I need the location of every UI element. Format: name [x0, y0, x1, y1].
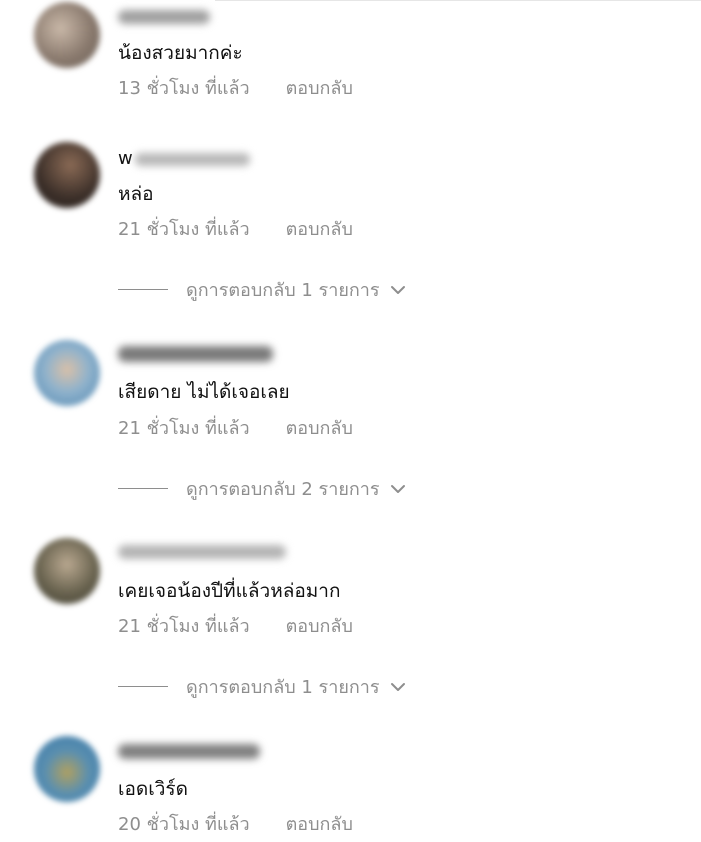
replies-divider-line	[118, 488, 168, 489]
replies-divider-line	[118, 686, 168, 687]
chevron-down-icon	[390, 682, 406, 692]
view-replies-button[interactable]: ดูการตอบกลับ 2 รายการ	[118, 474, 406, 503]
comment-text: เอดเวิร์ด	[118, 778, 188, 800]
reply-button[interactable]: ตอบกลับ	[286, 219, 353, 240]
comment-meta: 20 ชั่วโมง ที่แล้ว ตอบกลับ	[118, 809, 353, 838]
view-replies-label: ดูการตอบกลับ 2 รายการ	[186, 479, 380, 500]
username-blurred	[134, 152, 250, 166]
username[interactable]	[118, 346, 273, 362]
view-replies-button[interactable]: ดูการตอบกลับ 1 รายการ	[118, 672, 406, 701]
chevron-down-icon	[390, 484, 406, 494]
comment-time: 21 ชั่วโมง ที่แล้ว	[118, 219, 250, 240]
reply-button[interactable]: ตอบกลับ	[286, 78, 353, 99]
avatar[interactable]	[34, 2, 100, 68]
view-replies-label: ดูการตอบกลับ 1 รายการ	[186, 677, 380, 698]
replies-divider-line	[118, 289, 168, 290]
reply-button[interactable]: ตอบกลับ	[286, 814, 353, 835]
comment-time: 21 ชั่วโมง ที่แล้ว	[118, 418, 250, 439]
comment-meta: 21 ชั่วโมง ที่แล้ว ตอบกลับ	[118, 214, 353, 243]
comment-time: 13 ชั่วโมง ที่แล้ว	[118, 78, 250, 99]
top-divider	[215, 0, 701, 1]
comment-time: 20 ชั่วโมง ที่แล้ว	[118, 814, 250, 835]
username[interactable]	[118, 545, 286, 559]
reply-button[interactable]: ตอบกลับ	[286, 616, 353, 637]
username-visible-part: w	[118, 148, 133, 169]
view-replies-button[interactable]: ดูการตอบกลับ 1 รายการ	[118, 275, 406, 304]
comment-text: เคยเจอน้องปีที่แล้วหล่อมาก	[118, 580, 341, 602]
comment-text: เสียดาย ไม่ได้เจอเลย	[118, 381, 290, 403]
avatar[interactable]	[34, 736, 100, 802]
username[interactable]	[118, 744, 260, 759]
reply-button[interactable]: ตอบกลับ	[286, 418, 353, 439]
avatar[interactable]	[34, 538, 100, 604]
avatar[interactable]	[34, 142, 100, 208]
comment-meta: 21 ชั่วโมง ที่แล้ว ตอบกลับ	[118, 413, 353, 442]
comment-text: น้องสวยมากค่ะ	[118, 42, 243, 64]
avatar[interactable]	[34, 340, 100, 406]
comment-meta: 21 ชั่วโมง ที่แล้ว ตอบกลับ	[118, 611, 353, 640]
comment-meta: 13 ชั่วโมง ที่แล้ว ตอบกลับ	[118, 73, 353, 102]
view-replies-label: ดูการตอบกลับ 1 รายการ	[186, 280, 380, 301]
chevron-down-icon	[390, 285, 406, 295]
comment-time: 21 ชั่วโมง ที่แล้ว	[118, 616, 250, 637]
username[interactable]: w	[118, 148, 250, 169]
username[interactable]	[118, 10, 210, 24]
comment-text: หล่อ	[118, 183, 154, 205]
